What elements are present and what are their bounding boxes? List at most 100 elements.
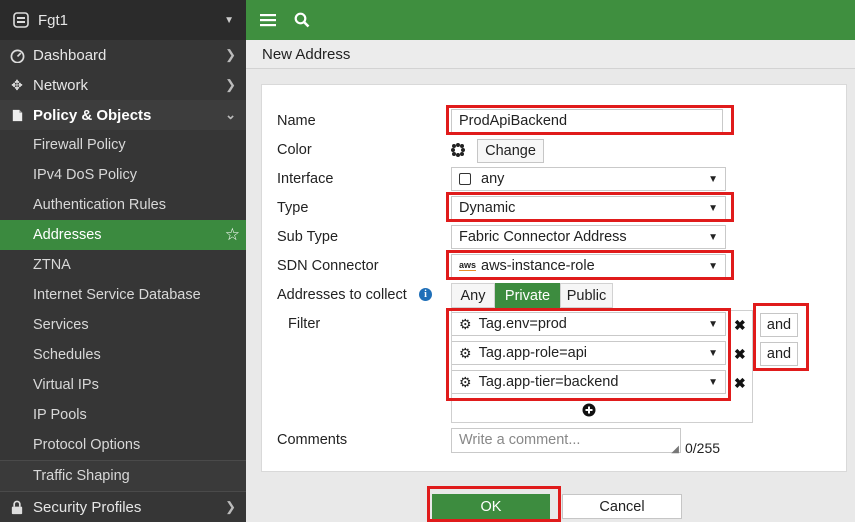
collect-any-option[interactable]: Any bbox=[451, 283, 495, 308]
sidebar-item-traffic-shaping[interactable]: Traffic Shaping bbox=[0, 460, 246, 492]
name-value: ProdApiBackend bbox=[459, 113, 568, 129]
cancel-button[interactable]: Cancel bbox=[562, 494, 682, 519]
filter-value: Tag.env=prod bbox=[478, 316, 567, 332]
device-selector[interactable]: Fgt1 ▼ bbox=[0, 0, 246, 40]
sidebar-item-internet-service-database[interactable]: Internet Service Database bbox=[0, 280, 246, 310]
chevron-right-icon: ❯ bbox=[225, 77, 236, 92]
caret-down-icon: ▼ bbox=[708, 260, 718, 272]
device-icon bbox=[13, 12, 29, 28]
sidebar-item-authentication-rules[interactable]: Authentication Rules bbox=[0, 190, 246, 220]
filter-value: Tag.app-tier=backend bbox=[478, 374, 619, 390]
sidebar-item-protocol-options[interactable]: Protocol Options bbox=[0, 430, 246, 460]
sdn-connector-value: aws-instance-role bbox=[481, 258, 595, 274]
sidebar-item-label: IPv4 DoS Policy bbox=[33, 167, 137, 183]
nav-label: Policy & Objects bbox=[33, 106, 152, 124]
sidebar-item-label: Services bbox=[33, 317, 89, 333]
sidebar-item-label: Authentication Rules bbox=[33, 197, 166, 213]
dashboard-icon bbox=[8, 48, 26, 63]
network-icon: ✥ bbox=[11, 76, 23, 93]
comments-placeholder: Write a comment... bbox=[459, 432, 581, 448]
type-value: Dynamic bbox=[459, 200, 516, 216]
interface-checkbox-icon bbox=[459, 173, 471, 185]
sidebar-item-label: Firewall Policy bbox=[33, 137, 126, 153]
sidebar-item-addresses[interactable]: Addresses ☆ bbox=[0, 220, 246, 250]
sidebar-item-label: Traffic Shaping bbox=[33, 468, 130, 484]
interface-select[interactable]: any ▼ bbox=[451, 167, 726, 191]
nav-label: Security Profiles bbox=[33, 498, 142, 516]
filter-value: Tag.app-role=api bbox=[478, 345, 587, 361]
sdn-connector-label: SDN Connector bbox=[277, 258, 379, 274]
sidebar-item-label: Virtual IPs bbox=[33, 377, 99, 393]
sidebar-item-label: Protocol Options bbox=[33, 437, 141, 453]
sidebar-item-label: Addresses bbox=[33, 227, 102, 243]
sidebar-item-label: IP Pools bbox=[33, 407, 87, 423]
filter-select[interactable]: ⚙ Tag.app-tier=backend ▼ bbox=[451, 370, 726, 394]
sub-type-label: Sub Type bbox=[277, 229, 339, 245]
chevron-down-icon: ▼ bbox=[224, 14, 234, 26]
page-title: New Address bbox=[246, 40, 855, 69]
sidebar-item-ipv4-dos-policy[interactable]: IPv4 DoS Policy bbox=[0, 160, 246, 190]
filter-select[interactable]: ⚙ Tag.app-role=api ▼ bbox=[451, 341, 726, 365]
resize-handle-icon: ◢ bbox=[671, 444, 679, 455]
caret-down-icon: ▼ bbox=[708, 347, 718, 359]
filter-select[interactable]: ⚙ Tag.env=prod ▼ bbox=[451, 312, 726, 336]
ok-button[interactable]: OK bbox=[432, 494, 550, 519]
sidebar-item-services[interactable]: Services bbox=[0, 310, 246, 340]
and-button[interactable]: and bbox=[760, 342, 798, 366]
chevron-right-icon: ❯ bbox=[225, 47, 236, 62]
nav-network[interactable]: ✥ Network ❯ bbox=[0, 70, 246, 100]
remove-filter-icon[interactable]: ✖ bbox=[734, 375, 746, 392]
sidebar-item-label: Internet Service Database bbox=[33, 287, 201, 303]
sidebar-item-virtual-ips[interactable]: Virtual IPs bbox=[0, 370, 246, 400]
star-icon[interactable]: ☆ bbox=[225, 225, 240, 245]
menu-icon[interactable] bbox=[258, 10, 278, 30]
gear-icon: ⚙ bbox=[459, 373, 472, 390]
and-button[interactable]: and bbox=[760, 313, 798, 337]
remove-filter-icon[interactable]: ✖ bbox=[734, 346, 746, 363]
remove-filter-icon[interactable]: ✖ bbox=[734, 317, 746, 334]
color-swatch-icon[interactable] bbox=[451, 143, 465, 157]
caret-down-icon: ▼ bbox=[708, 376, 718, 388]
policy-icon bbox=[8, 108, 26, 123]
chevron-right-icon: ❯ bbox=[225, 499, 236, 514]
add-filter-icon[interactable] bbox=[582, 403, 596, 417]
chevron-down-icon: ⌄ bbox=[225, 107, 236, 122]
nav-policy-objects[interactable]: Policy & Objects ⌄ bbox=[0, 100, 246, 130]
footer-bar: OK Cancel bbox=[246, 486, 855, 522]
device-name: Fgt1 bbox=[38, 11, 69, 29]
type-select[interactable]: Dynamic ▼ bbox=[451, 196, 726, 220]
sdn-connector-select[interactable]: aws aws-instance-role ▼ bbox=[451, 254, 726, 278]
sidebar-item-firewall-policy[interactable]: Firewall Policy bbox=[0, 130, 246, 160]
nav-security-profiles[interactable]: Security Profiles ❯ bbox=[0, 492, 246, 522]
lock-icon bbox=[8, 500, 26, 515]
sub-type-value: Fabric Connector Address bbox=[459, 229, 627, 245]
collect-public-option[interactable]: Public bbox=[560, 283, 613, 308]
change-color-button[interactable]: Change bbox=[477, 139, 544, 163]
comments-counter: 0/255 bbox=[685, 440, 721, 456]
nav-label: Network bbox=[33, 76, 89, 94]
caret-down-icon: ▼ bbox=[708, 202, 718, 214]
collect-private-option[interactable]: Private bbox=[495, 283, 560, 308]
comments-textarea[interactable]: Write a comment... ◢ bbox=[451, 428, 681, 455]
name-field[interactable]: ProdApiBackend bbox=[451, 109, 723, 133]
caret-down-icon: ▼ bbox=[708, 318, 718, 330]
name-label: Name bbox=[277, 113, 316, 129]
sidebar-item-schedules[interactable]: Schedules bbox=[0, 340, 246, 370]
sidebar-item-label: ZTNA bbox=[33, 257, 71, 273]
sidebar: Fgt1 ▼ Dashboard ❯ ✥ Network ❯ Policy & … bbox=[0, 0, 246, 522]
type-label: Type bbox=[277, 200, 309, 216]
sub-type-select[interactable]: Fabric Connector Address ▼ bbox=[451, 225, 726, 249]
caret-down-icon: ▼ bbox=[708, 231, 718, 243]
sidebar-item-ztna[interactable]: ZTNA bbox=[0, 250, 246, 280]
interface-value: any bbox=[481, 171, 505, 187]
sidebar-item-ip-pools[interactable]: IP Pools bbox=[0, 400, 246, 430]
gear-icon: ⚙ bbox=[459, 315, 472, 332]
nav-dashboard[interactable]: Dashboard ❯ bbox=[0, 40, 246, 70]
addresses-to-collect-label: Addresses to collect bbox=[277, 287, 407, 303]
info-icon[interactable]: i bbox=[419, 288, 432, 301]
nav-label: Dashboard bbox=[33, 46, 107, 64]
interface-label: Interface bbox=[277, 171, 334, 187]
aws-icon: aws bbox=[459, 260, 477, 271]
caret-down-icon: ▼ bbox=[708, 173, 718, 185]
search-icon[interactable] bbox=[292, 10, 312, 30]
